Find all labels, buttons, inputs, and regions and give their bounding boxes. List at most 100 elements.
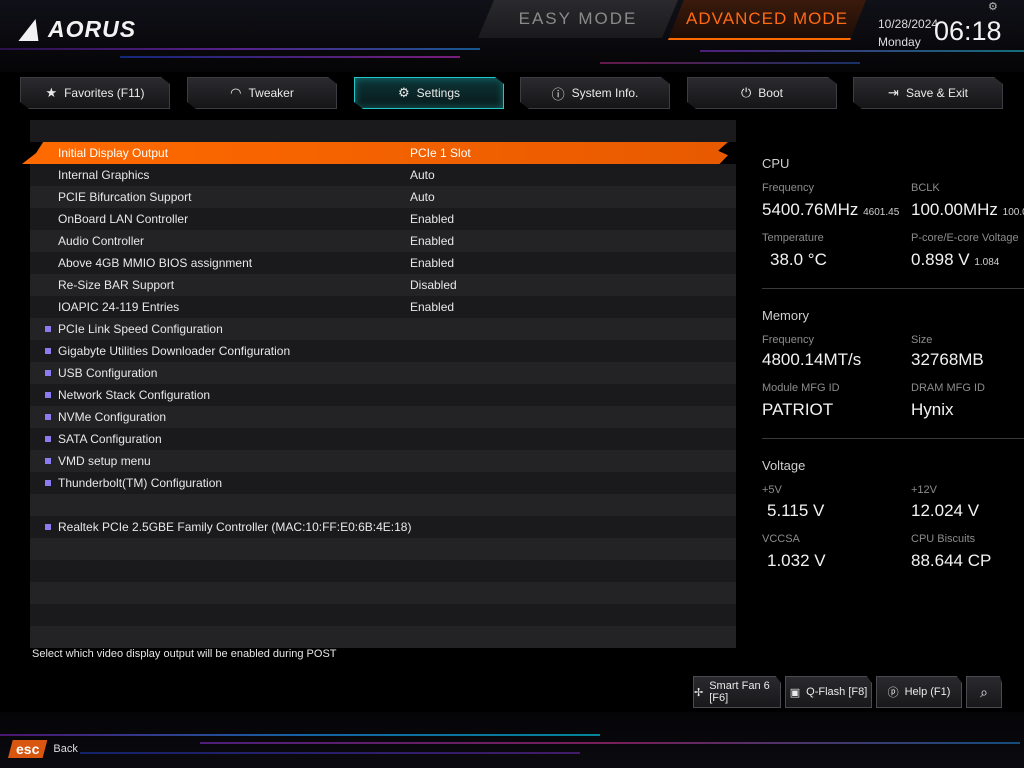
dram-mfg-label: DRAM MFG ID — [911, 382, 985, 394]
cpu-biscuits-label: CPU Biscuits — [911, 533, 976, 545]
search-icon: ⌕ — [980, 683, 988, 700]
top-header: AORUS EASY MODE ADVANCED MODE 10/28/2024… — [0, 0, 1024, 72]
settings-gear-icon[interactable]: ⚙ — [988, 0, 998, 13]
advanced-mode-button[interactable]: ADVANCED MODE — [668, 0, 866, 40]
setting-value[interactable]: Auto — [410, 168, 435, 182]
aorus-logo: AORUS — [18, 16, 137, 43]
bclk-value: 100.00MHz 100.00 — [911, 200, 1024, 219]
submenu-pcie-link-speed[interactable]: PCIe Link Speed Configuration — [30, 318, 736, 340]
power-icon: ⏻ — [741, 85, 752, 100]
gear-icon: ⚙ — [397, 85, 410, 100]
info-icon: ⓘ — [551, 86, 565, 102]
bclk-label: BCLK — [911, 182, 940, 194]
setting-internal-graphics[interactable]: Internal Graphics Auto — [30, 164, 736, 186]
dram-mfg-value: Hynix — [911, 400, 954, 419]
list-row-blank — [30, 538, 736, 560]
submenu-vmd-setup[interactable]: VMD setup menu — [30, 450, 736, 472]
submenu-label: Thunderbolt(TM) Configuration — [58, 476, 223, 490]
memory-size-value: 32768MB — [911, 350, 984, 369]
submenu-usb-configuration[interactable]: USB Configuration — [30, 362, 736, 384]
tab-save-exit[interactable]: ⇥ Save & Exit — [853, 77, 1003, 109]
v12-label: +12V — [911, 484, 937, 496]
tab-settings[interactable]: ⚙ Settings — [354, 77, 504, 109]
search-button[interactable]: ⌕ — [966, 676, 1002, 708]
speedometer-icon: ◠ — [230, 85, 242, 100]
voltage-section-title: Voltage — [762, 458, 806, 473]
exit-icon: ⇥ — [888, 85, 899, 100]
easy-mode-button[interactable]: EASY MODE — [478, 0, 678, 38]
setting-initial-display-output[interactable]: Initial Display Output PCIe 1 Slot — [22, 142, 728, 164]
help-icon: ⓟ — [887, 687, 899, 699]
back-label: Back — [53, 743, 78, 755]
vccsa-value: 1.032 V — [767, 551, 826, 570]
submenu-label: VMD setup menu — [58, 454, 151, 468]
setting-value[interactable]: Enabled — [410, 256, 454, 270]
setting-value[interactable]: Enabled — [410, 234, 454, 248]
setting-onboard-lan[interactable]: OnBoard LAN Controller Enabled — [30, 208, 736, 230]
cpu-frequency-label: Frequency — [762, 182, 814, 194]
submenu-bullet-icon — [45, 348, 51, 354]
help-description: Select which video display output will b… — [32, 648, 337, 660]
divider — [762, 288, 1024, 289]
list-row-blank — [30, 560, 736, 582]
tab-favorites[interactable]: ★ Favorites (F11) — [20, 77, 170, 109]
submenu-label: Network Stack Configuration — [58, 388, 211, 402]
submenu-sata-configuration[interactable]: SATA Configuration — [30, 428, 736, 450]
date-display: 10/28/2024 Monday — [878, 15, 938, 51]
submenu-label: PCIe Link Speed Configuration — [58, 322, 223, 336]
tab-system-info[interactable]: ⓘ System Info. — [520, 77, 670, 109]
setting-value[interactable]: Auto — [410, 190, 435, 204]
submenu-label: SATA Configuration — [58, 432, 162, 446]
setting-label: Re-Size BAR Support — [58, 278, 175, 292]
submenu-thunderbolt[interactable]: Thunderbolt(TM) Configuration — [30, 472, 736, 494]
setting-label: Above 4GB MMIO BIOS assignment — [58, 256, 253, 270]
submenu-network-stack[interactable]: Network Stack Configuration — [30, 384, 736, 406]
tab-boot[interactable]: ⏻ Boot — [687, 77, 837, 109]
memory-size-label: Size — [911, 334, 933, 346]
submenu-label: Realtek PCIe 2.5GBE Family Controller (M… — [58, 520, 412, 534]
setting-label: OnBoard LAN Controller — [58, 212, 189, 226]
submenu-bullet-icon — [45, 480, 51, 486]
setting-above-4gb-mmio[interactable]: Above 4GB MMIO BIOS assignment Enabled — [30, 252, 736, 274]
submenu-bullet-icon — [45, 524, 51, 530]
cpu-biscuits-value: 88.644 CP — [911, 551, 992, 570]
tab-tweaker[interactable]: ◠ Tweaker — [187, 77, 337, 109]
cpu-temperature-value: 38.0 °C — [770, 250, 827, 269]
core-voltage-label: P-core/E-core Voltage — [911, 232, 1019, 244]
setting-value[interactable]: Enabled — [410, 212, 454, 226]
logo-text: AORUS — [48, 16, 137, 42]
list-row-blank — [30, 494, 736, 516]
star-icon: ★ — [45, 85, 58, 100]
submenu-nvme-configuration[interactable]: NVMe Configuration — [30, 406, 736, 428]
bottom-decoration — [0, 712, 1024, 768]
submenu-label: Gigabyte Utilities Downloader Configurat… — [58, 344, 291, 358]
cpu-frequency-value: 5400.76MHz 4601.45 — [762, 200, 900, 219]
submenu-gigabyte-utilities[interactable]: Gigabyte Utilities Downloader Configurat… — [30, 340, 736, 362]
list-row-blank — [30, 604, 736, 626]
module-mfg-label: Module MFG ID — [762, 382, 840, 394]
setting-value[interactable]: Enabled — [410, 300, 454, 314]
esc-key-icon: esc — [8, 740, 48, 758]
setting-label: Internal Graphics — [58, 168, 150, 182]
setting-ioapic-entries[interactable]: IOAPIC 24-119 Entries Enabled — [30, 296, 736, 318]
v5-value: 5.115 V — [767, 501, 825, 520]
smart-fan-button[interactable]: ✢ Smart Fan 6 [F6] — [693, 676, 781, 708]
setting-resize-bar[interactable]: Re-Size BAR Support Disabled — [30, 274, 736, 296]
help-button[interactable]: ⓟ Help (F1) — [876, 676, 962, 708]
submenu-realtek-lan[interactable]: Realtek PCIe 2.5GBE Family Controller (M… — [30, 516, 736, 538]
setting-audio-controller[interactable]: Audio Controller Enabled — [30, 230, 736, 252]
divider — [762, 438, 1024, 439]
setting-value[interactable]: PCIe 1 Slot — [410, 146, 471, 160]
setting-label: Initial Display Output — [58, 146, 169, 160]
setting-value[interactable]: Disabled — [410, 278, 457, 292]
setting-pcie-bifurcation[interactable]: PCIE Bifurcation Support Auto — [30, 186, 736, 208]
qflash-button[interactable]: ▣ Q-Flash [F8] — [785, 676, 872, 708]
vccsa-label: VCCSA — [762, 533, 800, 545]
list-row-blank — [30, 582, 736, 604]
esc-back-button[interactable]: esc Back — [8, 740, 78, 758]
setting-label: Audio Controller — [58, 234, 145, 248]
cpu-temperature-label: Temperature — [762, 232, 824, 244]
submenu-bullet-icon — [45, 436, 51, 442]
submenu-bullet-icon — [45, 414, 51, 420]
memory-frequency-value: 4800.14MT/s — [762, 350, 862, 369]
